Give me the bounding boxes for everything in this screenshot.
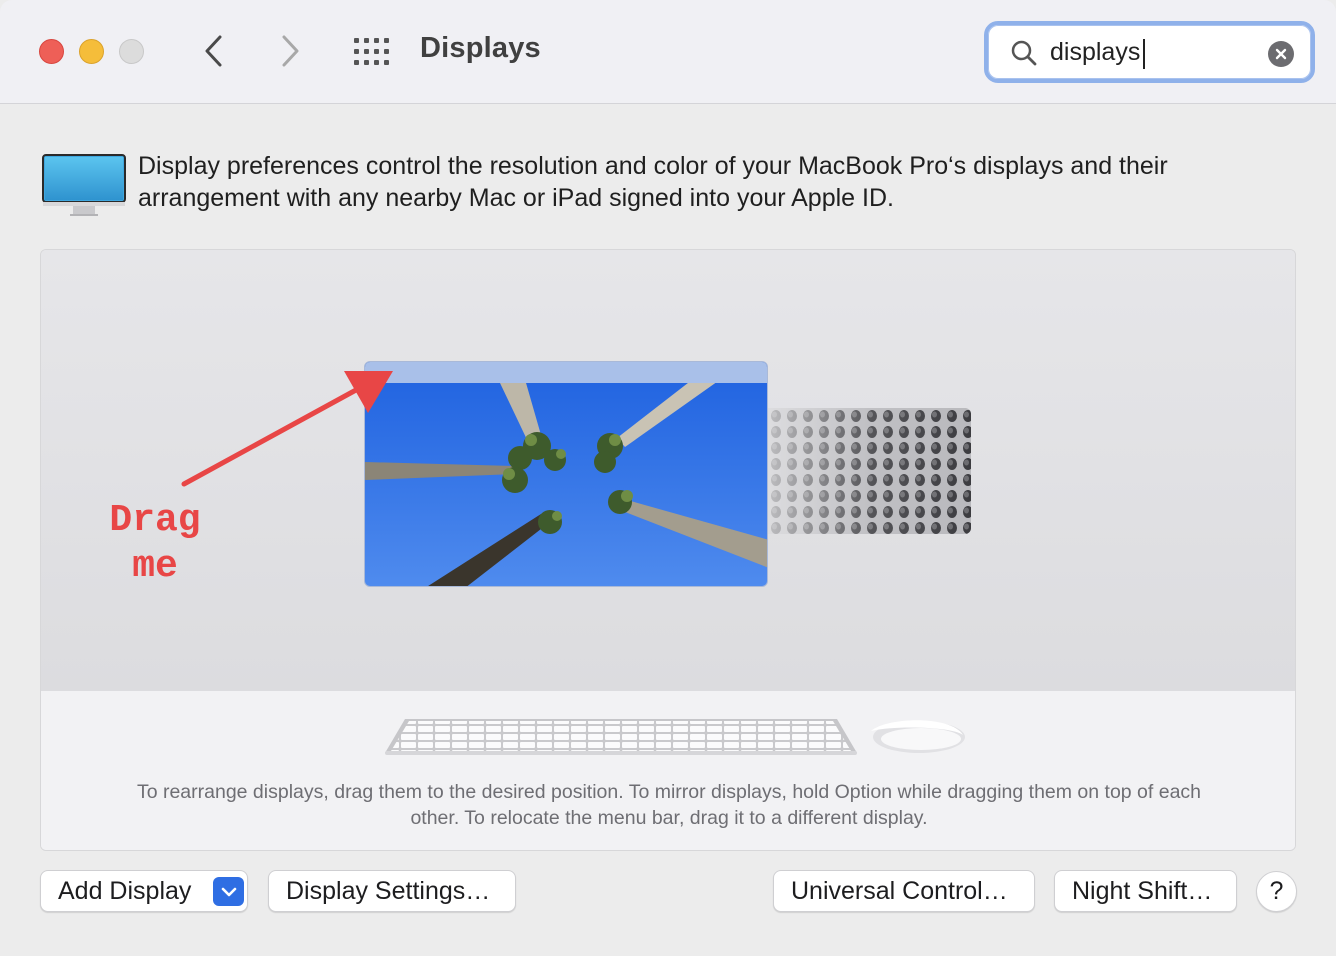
minimize-window-button[interactable] [79, 39, 104, 64]
search-input[interactable] [1050, 33, 1260, 71]
window-title: Displays [420, 32, 541, 64]
mesh-wallpaper [768, 408, 971, 534]
annotation-line-2: me [132, 545, 178, 588]
text-cursor [1143, 39, 1145, 69]
drag-me-annotation: Drag me [96, 498, 214, 590]
keyboard-icon [385, 719, 857, 755]
add-display-label: Add Display [58, 876, 192, 905]
zoom-window-button[interactable] [119, 39, 144, 64]
arrangement-hint: To rearrange displays, drag them to the … [136, 781, 1202, 829]
close-window-button[interactable] [39, 39, 64, 64]
mouse-icon [871, 720, 965, 753]
help-button[interactable]: ? [1256, 871, 1297, 912]
forward-button[interactable] [270, 30, 310, 72]
clear-icon [1275, 48, 1287, 60]
clear-search-button[interactable] [1268, 41, 1294, 67]
add-display-dropdown[interactable] [213, 877, 244, 906]
chevron-left-icon [205, 35, 222, 67]
search-field[interactable] [984, 21, 1315, 83]
back-button[interactable] [194, 30, 234, 72]
monitor-icon [42, 154, 126, 216]
chevron-right-icon [282, 35, 299, 67]
night-shift-button[interactable]: Night Shift… [1054, 870, 1237, 912]
title-bar: Displays [0, 0, 1336, 104]
display-settings-button[interactable]: Display Settings… [268, 870, 516, 912]
secondary-display-thumbnail[interactable] [768, 408, 971, 534]
description-text: Display preferences control the resoluti… [138, 152, 1168, 212]
show-all-button[interactable] [352, 36, 392, 68]
arrangement-canvas: Drag me [41, 250, 1295, 691]
annotation-arrow-icon [181, 371, 393, 487]
system-preferences-window: Displays displays Display preferences co… [0, 0, 1336, 956]
annotation-line-1: Drag [109, 499, 201, 542]
search-icon [1011, 40, 1037, 66]
arrangement-panel: Drag me To rearrange displays, drag them… [40, 249, 1296, 851]
universal-control-button[interactable]: Universal Control… [773, 870, 1035, 912]
chevron-down-icon [221, 887, 236, 896]
input-devices-strip: To rearrange displays, drag them to the … [41, 691, 1295, 850]
add-display-button[interactable]: Add Display [40, 870, 248, 912]
